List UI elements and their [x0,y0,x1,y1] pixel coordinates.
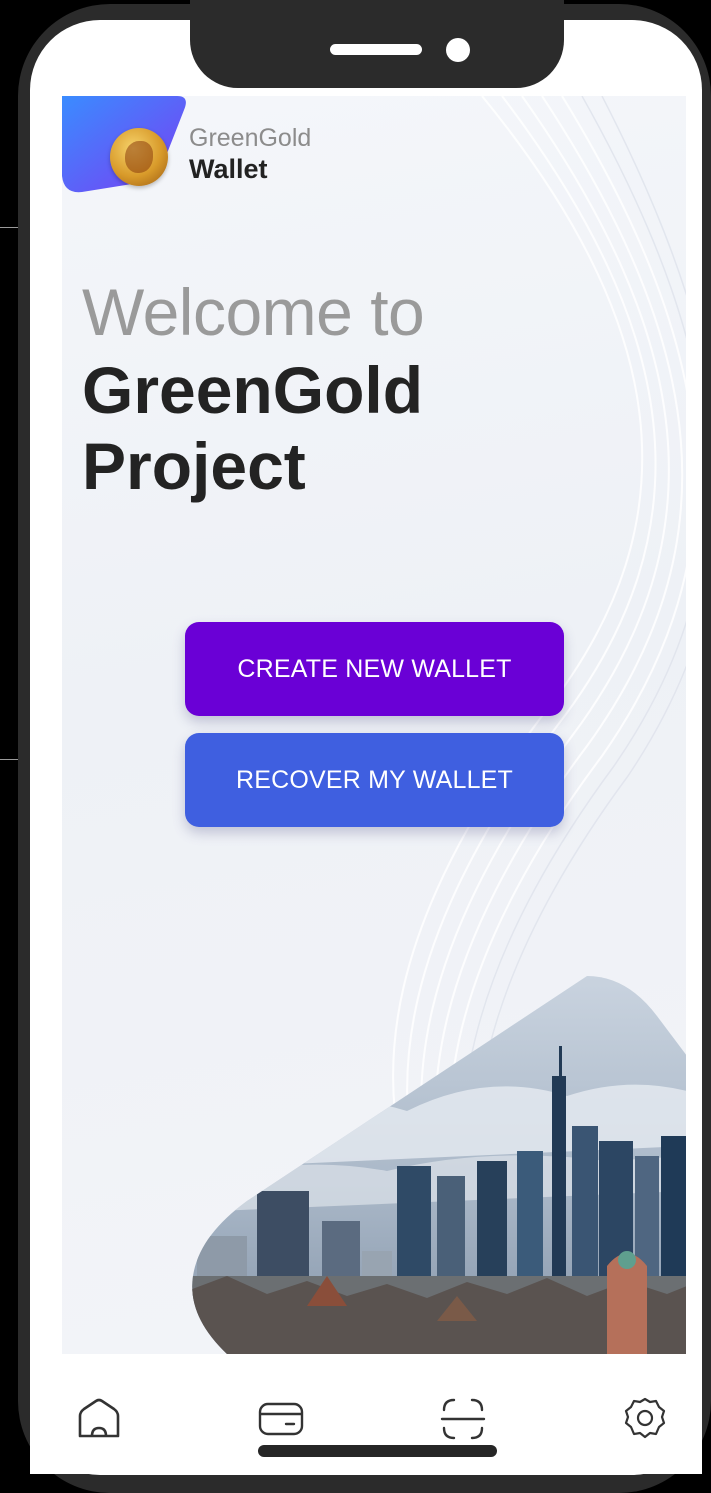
front-camera [446,38,470,62]
brand-wallet-label: Wallet [189,154,268,184]
home-icon[interactable] [76,1396,122,1442]
project-title: GreenGold Project [82,353,424,503]
brand-name: GreenGold [189,124,312,152]
scan-icon[interactable] [440,1396,486,1442]
greengold-coin-logo [110,128,168,186]
create-new-wallet-button[interactable]: CREATE NEW WALLET [185,622,564,716]
card-icon[interactable] [258,1396,304,1442]
city-skyline-image [192,976,686,1354]
notch [190,0,564,88]
settings-icon[interactable] [622,1396,668,1442]
edge-line-top [0,227,20,228]
speaker [330,44,422,55]
home-indicator[interactable] [258,1445,497,1457]
welcome-screen: GreenGold Wallet Welcome to GreenGold Pr… [62,96,686,1354]
edge-line-bottom [0,759,20,760]
welcome-heading: Welcome to [82,275,425,349]
recover-my-wallet-button[interactable]: RECOVER MY WALLET [185,733,564,827]
